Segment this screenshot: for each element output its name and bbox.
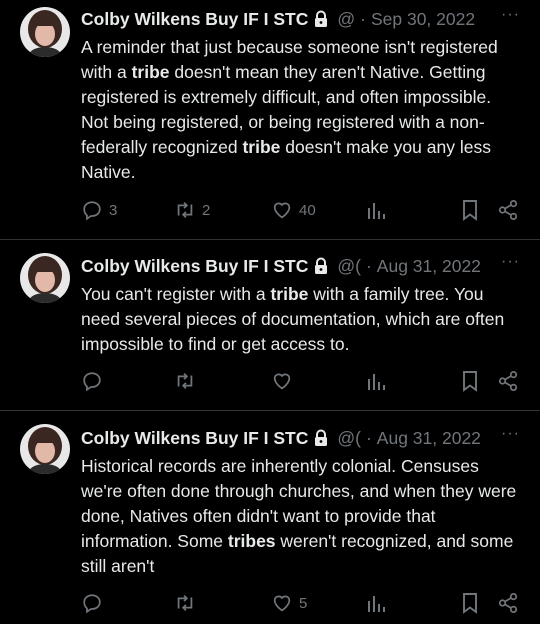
highlighted-term: tribe: [131, 62, 170, 82]
avatar[interactable]: [20, 424, 70, 474]
lock-icon: [313, 10, 329, 28]
bookmark-button[interactable]: [461, 592, 479, 614]
reply-button[interactable]: [81, 370, 103, 392]
tweet[interactable]: Colby Wilkens Buy IF I STC @( · Aug 31, …: [0, 411, 540, 624]
share-icon: [498, 592, 518, 614]
like-button[interactable]: 5: [271, 592, 307, 614]
avatar[interactable]: [20, 7, 70, 57]
bookmark-icon: [463, 371, 477, 392]
reply-button[interactable]: 3: [81, 199, 117, 221]
highlighted-term: tribe: [242, 137, 281, 157]
like-icon: [273, 373, 291, 390]
retweet-icon: [177, 202, 193, 218]
more-options-button[interactable]: ···: [501, 6, 520, 24]
tweet-text: A reminder that just because someone isn…: [81, 35, 521, 185]
more-options-button[interactable]: ···: [501, 253, 520, 271]
like-count: 5: [299, 594, 308, 612]
separator: ·: [360, 8, 366, 29]
like-icon: [273, 595, 291, 612]
reply-button[interactable]: [81, 592, 103, 614]
author-handle[interactable]: @(: [337, 256, 361, 277]
views-icon: [368, 203, 385, 219]
bookmark-button[interactable]: [461, 370, 479, 392]
tweet[interactable]: Colby Wilkens Buy IF I STC @ · Sep 30, 2…: [0, 0, 540, 240]
like-button[interactable]: [271, 370, 293, 392]
reply-icon: [83, 594, 101, 614]
reply-count: 3: [109, 201, 118, 219]
bookmark-icon: [463, 200, 477, 221]
views-icon: [368, 596, 385, 612]
tweet-date[interactable]: Sep 30, 2022: [371, 9, 475, 30]
share-button[interactable]: [497, 370, 519, 392]
retweet-button[interactable]: [174, 370, 196, 392]
author-name[interactable]: Colby Wilkens Buy IF I STC: [81, 256, 308, 277]
share-icon: [498, 199, 518, 221]
retweet-count: 2: [202, 201, 211, 219]
reply-icon: [83, 372, 101, 392]
share-button[interactable]: [497, 592, 519, 614]
tweet-date[interactable]: Aug 31, 2022: [377, 256, 481, 277]
views-button[interactable]: [366, 592, 386, 614]
text-run: You can't register with a: [81, 284, 271, 304]
like-button[interactable]: 40: [271, 199, 316, 221]
reply-icon: [83, 201, 101, 221]
bookmark-button[interactable]: [461, 199, 479, 221]
author-handle[interactable]: @(: [337, 428, 361, 449]
highlighted-term: tribes: [227, 531, 276, 551]
retweet-icon: [177, 373, 193, 389]
author-name[interactable]: Colby Wilkens Buy IF I STC: [81, 428, 308, 449]
lock-icon: [313, 429, 329, 447]
author-name[interactable]: Colby Wilkens Buy IF I STC: [81, 9, 308, 30]
like-icon: [273, 202, 291, 219]
tweet[interactable]: Colby Wilkens Buy IF I STC @( · Aug 31, …: [0, 240, 540, 411]
views-icon: [368, 374, 385, 390]
tweet-text: You can't register with a tribe with a f…: [81, 282, 521, 357]
lock-icon: [313, 257, 329, 275]
avatar[interactable]: [20, 253, 70, 303]
retweet-icon: [177, 595, 193, 611]
retweet-button[interactable]: [174, 592, 196, 614]
highlighted-term: tribe: [270, 284, 309, 304]
retweet-button[interactable]: 2: [174, 199, 210, 221]
tweet-date[interactable]: Aug 31, 2022: [377, 428, 481, 449]
bookmark-icon: [463, 593, 477, 614]
share-icon: [498, 370, 518, 392]
tweet-text: Historical records are inherently coloni…: [81, 454, 521, 579]
author-handle[interactable]: @: [337, 9, 355, 30]
separator: ·: [365, 427, 372, 448]
views-button[interactable]: [366, 199, 386, 221]
separator: ·: [365, 255, 372, 276]
views-button[interactable]: [366, 370, 386, 392]
more-options-button[interactable]: ···: [501, 425, 520, 443]
share-button[interactable]: [497, 199, 519, 221]
like-count: 40: [299, 201, 316, 219]
